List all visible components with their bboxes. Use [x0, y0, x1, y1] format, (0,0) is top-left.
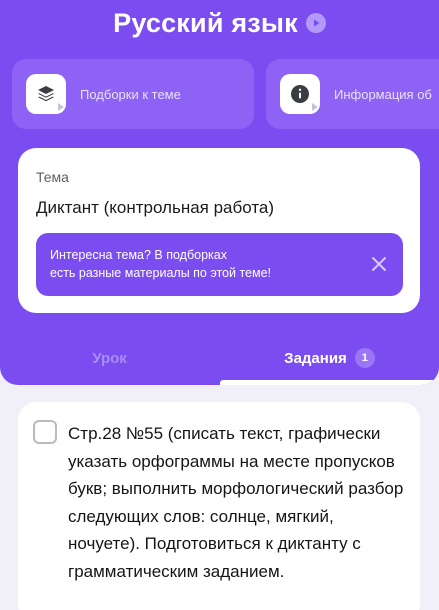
info-shortcut[interactable]: Информация об	[266, 59, 439, 129]
task-text: Стр.28 №55 (списать текст, графически ук…	[68, 424, 404, 581]
play-icon[interactable]	[305, 13, 326, 33]
tab-tasks-label: Задания	[284, 350, 347, 367]
shortcut-row: Подборки к теме Информация об	[12, 59, 439, 129]
mini-play-icon	[58, 103, 64, 111]
tab-tasks[interactable]: Задания 1	[220, 340, 439, 385]
active-tab-indicator	[220, 380, 439, 385]
page-title: Русский язык	[113, 7, 298, 38]
task-card: Стр.28 №55 (списать текст, графически ук…	[18, 402, 420, 610]
topic-value: Диктант (контрольная работа)	[36, 198, 275, 217]
layers-icon	[26, 74, 66, 114]
tasks-count-badge: 1	[354, 348, 375, 368]
info-icon	[280, 74, 320, 114]
title-row: Русский язык	[0, 6, 439, 40]
collections-shortcut[interactable]: Подборки к теме	[12, 59, 254, 129]
task-checkbox[interactable]	[33, 420, 57, 444]
hint-line-2: есть разные материалы по этой теме!	[50, 266, 272, 280]
tab-lesson-label: Урок	[92, 350, 127, 367]
tab-lesson[interactable]: Урок	[0, 340, 219, 385]
topic-label: Тема	[36, 169, 69, 185]
mini-play-icon	[312, 103, 318, 111]
collections-label: Подборки к теме	[80, 86, 181, 102]
subject-header: Русский язык Подборки к теме Информация …	[0, 0, 439, 385]
close-icon[interactable]	[369, 254, 389, 274]
topic-card: Тема Диктант (контрольная работа) Интере…	[18, 148, 420, 313]
hint-line-1: Интересна тема? В подборках	[50, 248, 227, 262]
tab-bar: Урок Задания 1	[0, 340, 439, 385]
info-label: Информация об	[334, 86, 432, 102]
topic-hint-banner: Интересна тема? В подборках есть разные …	[36, 233, 403, 296]
